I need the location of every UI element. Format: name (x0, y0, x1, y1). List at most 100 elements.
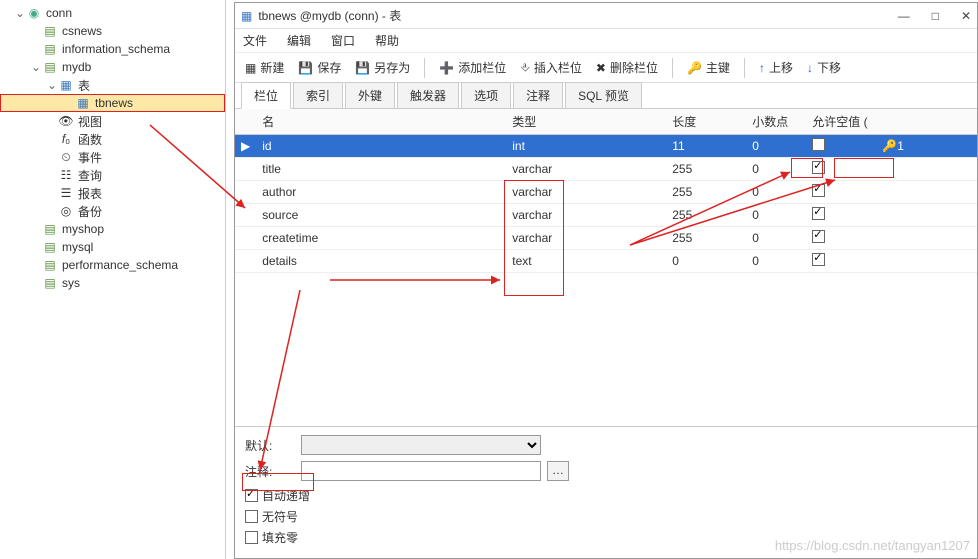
move-up-button[interactable]: ↑上移 (755, 57, 797, 78)
cell-length[interactable]: 255 (666, 227, 746, 250)
tab-indexes[interactable]: 索引 (293, 82, 343, 108)
tab-sql-preview[interactable]: SQL 预览 (565, 82, 642, 108)
cell-decimal[interactable]: 0 (746, 250, 806, 273)
cell-key[interactable]: 🔑1 (876, 135, 977, 158)
chevron-down-icon[interactable]: ⌄ (30, 60, 42, 74)
cell-key[interactable] (876, 158, 977, 181)
tab-triggers[interactable]: 触发器 (397, 82, 459, 108)
cell-name[interactable]: details (256, 250, 506, 273)
table-row[interactable]: ▶idint110🔑1 (235, 135, 977, 158)
table-row[interactable]: detailstext00 (235, 250, 977, 273)
cell-type[interactable]: varchar (506, 181, 666, 204)
cell-length[interactable]: 255 (666, 204, 746, 227)
null-checkbox[interactable] (812, 184, 825, 197)
cell-length[interactable]: 255 (666, 181, 746, 204)
tab-options[interactable]: 选项 (461, 82, 511, 108)
cell-decimal[interactable]: 0 (746, 181, 806, 204)
cell-allow-null[interactable] (806, 158, 876, 181)
cell-name[interactable]: createtime (256, 227, 506, 250)
chevron-down-icon[interactable]: ⌄ (14, 6, 26, 20)
null-checkbox[interactable] (812, 207, 825, 220)
col-name[interactable]: 名 (256, 109, 506, 135)
tab-comment[interactable]: 注释 (513, 82, 563, 108)
cell-length[interactable]: 0 (666, 250, 746, 273)
tree-db[interactable]: ▤myshop (0, 220, 225, 238)
cell-name[interactable]: author (256, 181, 506, 204)
unsigned-checkbox[interactable] (245, 510, 258, 523)
cell-decimal[interactable]: 0 (746, 158, 806, 181)
cell-type[interactable]: varchar (506, 204, 666, 227)
menu-file[interactable]: 文件 (243, 32, 267, 49)
table-row[interactable]: createtimevarchar2550 (235, 227, 977, 250)
comment-input[interactable] (301, 461, 541, 481)
cell-allow-null[interactable] (806, 227, 876, 250)
add-column-button[interactable]: ➕添加栏位 (435, 57, 510, 78)
tree-db[interactable]: ▤mysql (0, 238, 225, 256)
delete-column-button[interactable]: ✖删除栏位 (592, 57, 662, 78)
null-checkbox[interactable] (812, 253, 825, 266)
tree-functions[interactable]: f₀函数 (0, 130, 225, 148)
col-decimal[interactable]: 小数点 (746, 109, 806, 135)
table-row[interactable]: titlevarchar2550 (235, 158, 977, 181)
tree-tables[interactable]: ⌄▦表 (0, 76, 225, 94)
col-allow-null[interactable]: 允许空值 ( (806, 109, 876, 135)
maximize-button[interactable]: □ (932, 9, 939, 23)
table-row[interactable]: sourcevarchar2550 (235, 204, 977, 227)
default-select[interactable] (301, 435, 541, 455)
tree-db[interactable]: ▤csnews (0, 22, 225, 40)
null-checkbox[interactable] (812, 161, 825, 174)
table-row[interactable]: authorvarchar2550 (235, 181, 977, 204)
null-checkbox[interactable] (812, 138, 825, 151)
tree-db-mydb[interactable]: ⌄▤mydb (0, 58, 225, 76)
tab-foreign-keys[interactable]: 外键 (345, 82, 395, 108)
insert-column-button[interactable]: ⎀插入栏位 (516, 57, 586, 78)
saveas-button[interactable]: 💾另存为 (351, 57, 414, 78)
cell-key[interactable] (876, 227, 977, 250)
minimize-button[interactable]: — (898, 9, 910, 23)
col-length[interactable]: 长度 (666, 109, 746, 135)
cell-name[interactable]: title (256, 158, 506, 181)
menu-edit[interactable]: 编辑 (287, 32, 311, 49)
menu-window[interactable]: 窗口 (331, 32, 355, 49)
cell-name[interactable]: id (256, 135, 506, 158)
tree-queries[interactable]: ☷查询 (0, 166, 225, 184)
cell-allow-null[interactable] (806, 135, 876, 158)
tree-events[interactable]: ⏲事件 (0, 148, 225, 166)
close-button[interactable]: ✕ (961, 9, 971, 23)
null-checkbox[interactable] (812, 230, 825, 243)
autoinc-checkbox[interactable] (245, 489, 258, 502)
tree-db[interactable]: ▤information_schema (0, 40, 225, 58)
columns-grid[interactable]: 名 类型 长度 小数点 允许空值 ( ▶idint110🔑1titlevarch… (235, 109, 977, 426)
tree-table-tbnews[interactable]: ▦tbnews (0, 94, 225, 112)
cell-key[interactable] (876, 181, 977, 204)
comment-more-button[interactable]: … (547, 461, 569, 481)
chevron-down-icon[interactable]: ⌄ (46, 78, 58, 92)
cell-type[interactable]: int (506, 135, 666, 158)
col-key[interactable] (876, 109, 977, 135)
tree-backup[interactable]: ◎备份 (0, 202, 225, 220)
save-button[interactable]: 💾保存 (294, 57, 345, 78)
menu-help[interactable]: 帮助 (375, 32, 399, 49)
cell-decimal[interactable]: 0 (746, 204, 806, 227)
cell-type[interactable]: varchar (506, 158, 666, 181)
tab-columns[interactable]: 栏位 (241, 82, 291, 109)
cell-length[interactable]: 11 (666, 135, 746, 158)
cell-decimal[interactable]: 0 (746, 135, 806, 158)
cell-key[interactable] (876, 250, 977, 273)
tree-db[interactable]: ▤sys (0, 274, 225, 292)
cell-allow-null[interactable] (806, 204, 876, 227)
primary-key-button[interactable]: 🔑主键 (683, 57, 734, 78)
tree-conn[interactable]: ⌄◉conn (0, 4, 225, 22)
cell-type[interactable]: varchar (506, 227, 666, 250)
col-type[interactable]: 类型 (506, 109, 666, 135)
tree-reports[interactable]: ☰报表 (0, 184, 225, 202)
cell-allow-null[interactable] (806, 250, 876, 273)
cell-allow-null[interactable] (806, 181, 876, 204)
new-button[interactable]: ▦新建 (241, 57, 288, 78)
cell-decimal[interactable]: 0 (746, 227, 806, 250)
tree-views[interactable]: 👁视图 (0, 112, 225, 130)
cell-key[interactable] (876, 204, 977, 227)
cell-name[interactable]: source (256, 204, 506, 227)
cell-length[interactable]: 255 (666, 158, 746, 181)
zerofill-checkbox[interactable] (245, 531, 258, 544)
